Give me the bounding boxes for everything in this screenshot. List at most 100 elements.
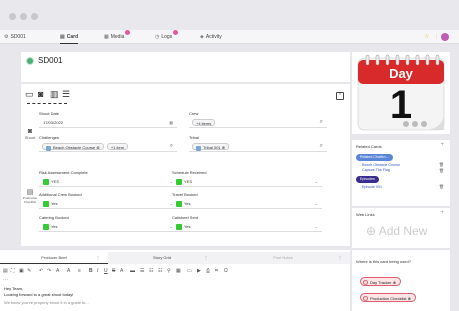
travel-booked-select[interactable]: Yes ⌄ — [172, 198, 322, 209]
drag-handle-icon[interactable]: ⋮ — [204, 252, 208, 264]
schedule-received-label: Schedule Received — [172, 170, 207, 175]
camera-icon[interactable]: ◙ — [38, 89, 43, 99]
trash-icon[interactable]: 🗑 — [439, 184, 444, 189]
link-icon[interactable]: ⚲ — [167, 268, 171, 274]
remove-icon[interactable]: ⊗ — [393, 280, 396, 285]
tab-sd001[interactable]: ⚙ SD001 — [4, 30, 26, 44]
related-link-beach[interactable]: Beach Obstacle Course — [362, 163, 400, 167]
callsheet-sent-select[interactable]: Yes ⌄ — [172, 221, 322, 232]
tab-story-grid[interactable]: Story Grid ⋮ — [108, 252, 216, 264]
undo-icon[interactable]: ↶ — [39, 268, 43, 274]
star-icon[interactable]: ☆ — [424, 30, 429, 44]
editor-text-line[interactable]: Looking forward to a great shoot today! — [4, 292, 73, 297]
calendar-icon[interactable]: ▦ — [169, 117, 173, 128]
tab-activity[interactable]: ◈ Activity — [200, 30, 222, 44]
monitor-icon[interactable]: ▭ — [25, 89, 34, 100]
special-char-icon[interactable]: Ω — [224, 268, 228, 274]
window-maximize-button[interactable] — [31, 13, 38, 20]
checkbox-icon[interactable] — [363, 296, 368, 302]
shoot-date-field[interactable]: 17/03/2022 ▦ — [39, 117, 177, 128]
window-close-button[interactable] — [9, 13, 16, 20]
font-family-icon[interactable]: A — [56, 268, 59, 274]
tab-producer-brief[interactable]: Producer Brief ⋮ — [0, 252, 108, 264]
bullet-list-icon[interactable]: ☷ — [149, 268, 153, 274]
usage-pane: Where is this card being used? Day Track… — [352, 250, 450, 311]
usage-item-day-tracker[interactable]: Day Tracker ⊗ — [360, 277, 402, 286]
green-status-icon — [176, 178, 182, 185]
related-link-episode[interactable]: Episode 001 — [362, 185, 382, 189]
search-icon[interactable]: ⌕ — [170, 141, 173, 152]
drag-handle-icon[interactable]: ⋮ — [338, 252, 342, 264]
media-embed-icon[interactable]: ▶ — [197, 268, 201, 274]
more-tools-icon[interactable]: ⋯ — [3, 277, 8, 283]
crew-label: Crew — [189, 111, 199, 116]
crew-items-chip[interactable]: +4 items — [192, 119, 216, 127]
challenge-more-chip[interactable]: +1 item — [106, 143, 129, 151]
plus-circle-icon: ⊕ — [366, 224, 377, 238]
episodes-pill[interactable]: Episodes — [356, 176, 379, 183]
film-icon[interactable]: ▥ — [50, 89, 59, 100]
search-icon[interactable]: ⌕ — [320, 117, 323, 128]
source-code-icon[interactable]: ⌗ — [215, 268, 218, 274]
copy-icon[interactable]: ▣ — [19, 268, 24, 274]
bold-icon[interactable]: B — [89, 268, 93, 274]
trash-icon[interactable]: 🗑 — [439, 168, 444, 173]
numbered-list-icon[interactable]: ☷ — [158, 268, 162, 274]
additional-crew-select[interactable]: Yes ⌄ — [39, 198, 177, 209]
tab-post-notes[interactable]: Post Notes ⋮ — [216, 252, 350, 264]
checklist-icon: ▤ — [26, 189, 34, 196]
editor-pane: Producer Brief ⋮ Story Grid ⋮ Post Notes ⋮ … — [0, 250, 350, 311]
editor-text-line[interactable]: Hey Team, — [4, 286, 23, 291]
eraser-icon[interactable]: ✎ — [27, 268, 31, 274]
tab-card[interactable]: ▤ Card — [60, 30, 79, 44]
align-icon[interactable]: ☰ — [140, 268, 144, 274]
related-cards-heading: Related Cards — [356, 144, 382, 149]
tab-logs[interactable]: ◷ Logs — [155, 30, 179, 44]
text-color-icon[interactable]: A — [120, 268, 123, 274]
highlight-icon[interactable]: ▬ — [130, 268, 135, 274]
fullscreen-icon[interactable]: ⛶ — [11, 268, 15, 274]
schedule-received-select[interactable]: YES ⌄ — [172, 176, 322, 187]
challenge-chip-icon — [46, 145, 51, 151]
italic-icon[interactable]: I — [97, 268, 98, 274]
underline-icon[interactable]: U — [104, 268, 108, 274]
font-size-icon[interactable]: A — [67, 268, 70, 274]
window-minimize-button[interactable] — [20, 13, 27, 20]
calendar-date: 1 — [389, 83, 413, 127]
remove-icon[interactable]: ⊗ — [408, 296, 411, 301]
print-icon[interactable]: ⎙ — [206, 268, 210, 274]
green-status-icon — [43, 223, 49, 230]
drag-handle-icon[interactable]: ⋮ — [96, 252, 100, 264]
add-weblink-icon[interactable]: + — [440, 210, 444, 216]
table-icon[interactable]: ▦ — [176, 268, 181, 274]
image-icon[interactable]: ▭ — [187, 268, 192, 274]
paragraph-icon[interactable]: ≡ — [78, 268, 81, 274]
risk-assessment-select[interactable]: YES ⌄ — [39, 176, 177, 187]
redo-icon[interactable]: ↷ — [47, 268, 51, 274]
strikethrough-icon[interactable]: S — [112, 268, 115, 274]
tribal-chip[interactable]: Tribal 001 ⊗ — [192, 143, 230, 151]
shoot-section-label: ◙ Shoot — [24, 128, 36, 140]
paste-icon[interactable]: ▤ — [3, 268, 8, 274]
related-challenges-pill[interactable]: Related Challen... — [356, 154, 393, 161]
challenges-field[interactable]: Beach Obstacle Course ⊗ +1 item ⌕ — [39, 141, 177, 152]
avatar[interactable] — [441, 33, 449, 41]
challenge-chip[interactable]: Beach Obstacle Course ⊗ — [42, 143, 104, 151]
catering-booked-select[interactable]: Yes ⌄ — [39, 221, 177, 232]
search-icon[interactable]: ⌕ — [320, 141, 323, 152]
add-related-icon[interactable]: + — [440, 142, 444, 148]
related-link-flag[interactable]: Capture The Flag — [362, 168, 390, 172]
tab-media[interactable]: ▦ Media — [104, 30, 131, 44]
editor-text-line[interactable]: We know you've properly shoot it in a gu… — [4, 300, 89, 305]
collapse-chevron-icon[interactable]: ⌃ — [336, 92, 344, 100]
tribal-field[interactable]: Tribal 001 ⊗ ⌕ — [189, 141, 327, 152]
usage-item-production-checklist[interactable]: Production Checklist ⊗ — [360, 293, 416, 302]
crew-field[interactable]: +4 items ⌕ — [189, 117, 327, 128]
checkbox-icon[interactable] — [363, 280, 368, 286]
add-new-button[interactable]: ⊕ Add New — [366, 224, 427, 238]
status-indicator-icon — [26, 57, 34, 65]
more-icon[interactable]: ⋮ — [434, 30, 439, 44]
green-status-icon — [43, 200, 49, 207]
trash-icon[interactable]: 🗑 — [439, 162, 444, 167]
sliders-icon[interactable]: ☰ — [62, 89, 70, 100]
